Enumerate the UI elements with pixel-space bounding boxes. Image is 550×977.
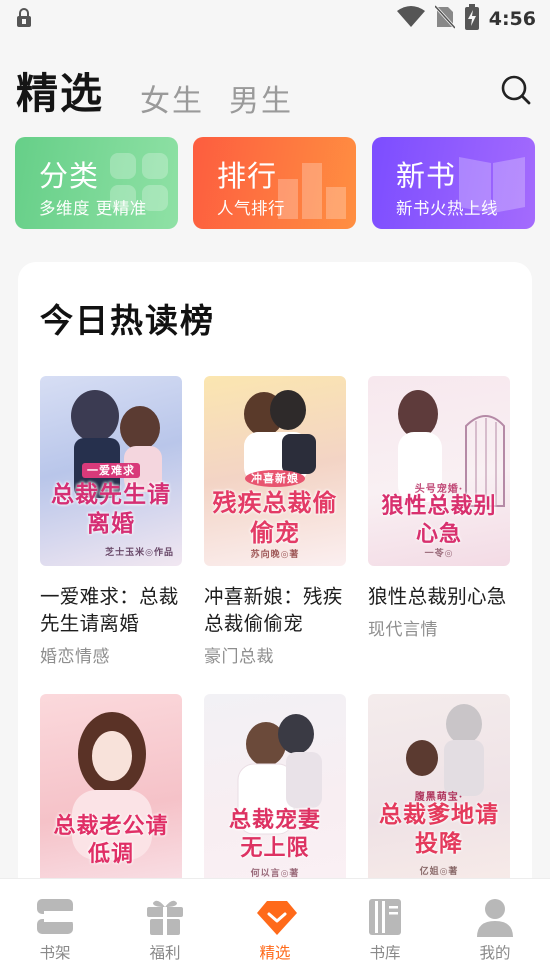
book-item[interactable]: 一爱难求 总裁先生请离婚 芝士玉米◎作品 一爱难求：总裁先生请离婚 婚恋情感 [40, 376, 182, 667]
search-icon[interactable] [500, 74, 532, 106]
book-item[interactable]: 冲喜新娘 残疾总裁偷偷宠 苏向晚◎著 冲喜新娘：残疾总裁偷偷宠 豪门总裁 [204, 376, 346, 667]
nav-label: 福利 [149, 944, 181, 962]
cover-title: 总裁先生请离婚 [51, 481, 171, 537]
book-title: 狼性总裁别心急 [368, 585, 507, 608]
cover-title: 总裁宠妻无上限 [228, 807, 321, 861]
bookshelf-icon [37, 897, 73, 937]
hot-list-card: 今日热读榜 一爱难求 总裁先生请离婚 芝士玉米◎作品 一爱难求：总裁先生请离婚 … [18, 262, 532, 977]
cover-author: 芝士玉米◎作品 [105, 548, 174, 558]
book-title: 一爱难求：总裁先生请离婚 [40, 585, 179, 635]
tile-subtitle: 多维度 更精准 [39, 199, 147, 218]
library-icon [367, 897, 403, 937]
battery-charging-icon [464, 4, 479, 34]
cover-title: 总裁老公请低调 [53, 813, 169, 867]
nav-label: 精选 [259, 944, 291, 962]
podium-icon [276, 149, 348, 223]
book-cover: 总裁宠妻无上限 何以言◎著 [204, 694, 346, 884]
status-time: 4:56 [488, 8, 536, 30]
book-item[interactable]: 腹黑萌宝· 总裁爹地请投降 亿姐◎著 [368, 694, 510, 884]
hot-list-title: 今日热读榜 [40, 301, 215, 340]
nav-item-bookshelf[interactable]: 书架 [0, 879, 110, 977]
category-tile[interactable]: 分类 多维度 更精准 [15, 137, 178, 229]
cover-title: 总裁爹地请投降 [379, 801, 499, 857]
no-sim-icon [433, 4, 456, 33]
nav-label: 书架 [39, 944, 71, 962]
nav-item-profile[interactable]: 我的 [440, 879, 550, 977]
book-title: 冲喜新娘：残疾总裁偷偷宠 [204, 585, 343, 635]
category-tiles: 分类 多维度 更精准 排行 人气排行 新书 新书火热上线 [15, 137, 535, 229]
cover-top-text: 一爱难求 [82, 463, 140, 478]
new-books-tile[interactable]: 新书 新书火热上线 [372, 137, 535, 229]
cover-title: 残疾总裁偷偷宠 [212, 488, 338, 547]
book-cover: 冲喜新娘 残疾总裁偷偷宠 苏向晚◎著 [204, 376, 346, 566]
nav-item-featured[interactable]: 精选 [220, 879, 330, 977]
cover-author: 苏向晚◎著 [250, 550, 300, 560]
profile-icon [477, 897, 513, 937]
book-cover: 一爱难求 总裁先生请离婚 芝士玉米◎作品 [40, 376, 182, 566]
wifi-icon [396, 6, 425, 32]
nav-item-library[interactable]: 书库 [330, 879, 440, 977]
book-cover: 腹黑萌宝· 总裁爹地请投降 亿姐◎著 [368, 694, 510, 884]
cover-author: 亿姐◎著 [419, 867, 459, 877]
book-cover: 总裁老公请低调 [40, 694, 182, 884]
ranking-tile[interactable]: 排行 人气排行 [193, 137, 356, 229]
lock-icon [16, 8, 32, 32]
book-cover: 头号宠婚· 狼性总裁别心急 一苓◎ [368, 376, 510, 566]
tile-title: 排行 [217, 159, 278, 193]
cover-author: 一苓◎ [424, 549, 454, 559]
book-item[interactable]: 总裁老公请低调 [40, 694, 182, 884]
bottom-nav: 书架 福利 精选 书库 我的 [0, 878, 550, 977]
tab-featured[interactable]: 精选 [16, 60, 104, 120]
tab-female[interactable]: 女生 [140, 76, 204, 120]
tile-title: 新书 [396, 159, 457, 193]
nav-item-welfare[interactable]: 福利 [110, 879, 220, 977]
tile-subtitle: 新书火热上线 [396, 199, 498, 218]
cover-top-text: 冲喜新娘 [245, 470, 305, 487]
tab-male[interactable]: 男生 [229, 76, 293, 120]
header: 精选 女生 男生 [0, 60, 550, 120]
book-item[interactable]: 头号宠婚· 狼性总裁别心急 一苓◎ 狼性总裁别心急 现代言情 [368, 376, 510, 640]
book-item[interactable]: 总裁宠妻无上限 何以言◎著 [204, 694, 346, 884]
tile-title: 分类 [39, 159, 100, 193]
nav-label: 我的 [479, 944, 511, 962]
book-genre: 豪门总裁 [204, 647, 274, 667]
gift-icon [147, 897, 183, 937]
nav-label: 书库 [369, 944, 401, 962]
cover-title: 狼性总裁别心急 [381, 493, 497, 547]
book-genre: 现代言情 [368, 620, 438, 640]
book-genre: 婚恋情感 [40, 647, 110, 667]
tile-subtitle: 人气排行 [217, 199, 285, 218]
featured-diamond-icon [257, 897, 297, 937]
status-bar: 4:56 [0, 0, 550, 40]
